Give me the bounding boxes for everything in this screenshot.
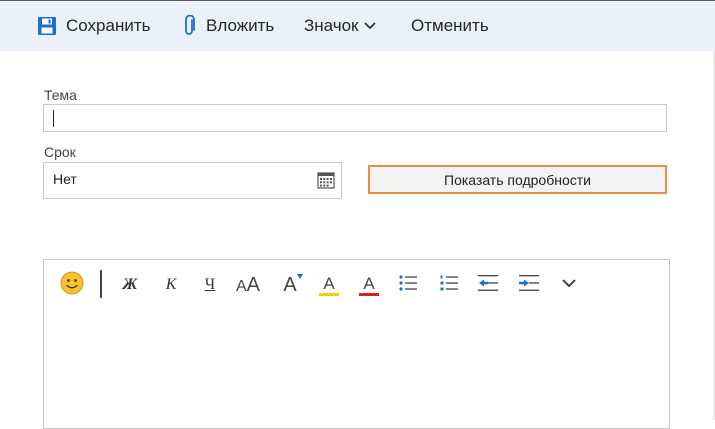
italic-button[interactable]: К — [160, 270, 182, 300]
numbered-list-icon — [439, 273, 459, 298]
toolbar-separator — [100, 270, 102, 298]
bullet-list-icon — [398, 273, 418, 298]
badge-label: Значок — [304, 16, 359, 35]
paperclip-icon — [183, 15, 197, 37]
show-details-button[interactable]: Показать подробности — [368, 165, 667, 194]
bold-button[interactable]: Ж — [119, 270, 141, 300]
subject-label: Тема — [44, 87, 77, 103]
underline-button[interactable]: Ч — [199, 270, 221, 300]
save-button[interactable]: Сохранить — [37, 1, 150, 51]
increase-indent-button[interactable] — [518, 270, 540, 300]
chevron-down-icon — [363, 21, 377, 31]
more-formatting-button[interactable] — [558, 270, 580, 300]
numbered-list-button[interactable] — [438, 270, 460, 300]
emoji-button[interactable] — [59, 270, 85, 300]
chevron-down-icon — [561, 276, 577, 294]
attach-button[interactable]: Вложить — [183, 1, 274, 51]
bold-icon: Ж — [122, 276, 138, 293]
decrease-indent-icon — [477, 273, 499, 298]
cancel-label: Отменить — [411, 16, 489, 35]
italic-icon: К — [165, 276, 177, 293]
notes-editor[interactable]: Ж К Ч AA A A A — [43, 259, 670, 429]
text-caret — [53, 110, 54, 127]
grow-font-icon: A — [283, 273, 303, 297]
bullet-list-button[interactable] — [397, 270, 419, 300]
due-date-value: Нет — [53, 171, 77, 187]
highlight-icon: A — [319, 275, 339, 296]
grow-font-button[interactable]: A — [279, 270, 303, 300]
highlight-button[interactable]: A — [318, 270, 340, 300]
due-date-picker[interactable]: Нет — [43, 162, 342, 199]
decrease-indent-button[interactable] — [477, 270, 499, 300]
subject-input[interactable] — [43, 104, 667, 132]
font-color-button[interactable]: A — [358, 270, 380, 300]
font-color-icon: A — [359, 275, 379, 296]
badge-dropdown[interactable]: Значок — [304, 1, 377, 51]
underline-icon: Ч — [204, 276, 216, 293]
font-size-button[interactable]: AA — [236, 270, 260, 300]
calendar-icon[interactable] — [317, 171, 335, 194]
save-icon — [37, 16, 57, 36]
due-label: Срок — [44, 144, 76, 160]
editor-body[interactable] — [54, 310, 659, 418]
cancel-button[interactable]: Отменить — [411, 1, 489, 51]
emoji-icon — [59, 270, 85, 301]
font-size-icon: AA — [236, 273, 261, 296]
command-toolbar: Сохранить Вложить Значок Отменить — [0, 1, 715, 51]
increase-indent-icon — [518, 273, 540, 298]
save-label: Сохранить — [66, 16, 151, 35]
attach-label: Вложить — [206, 16, 275, 35]
